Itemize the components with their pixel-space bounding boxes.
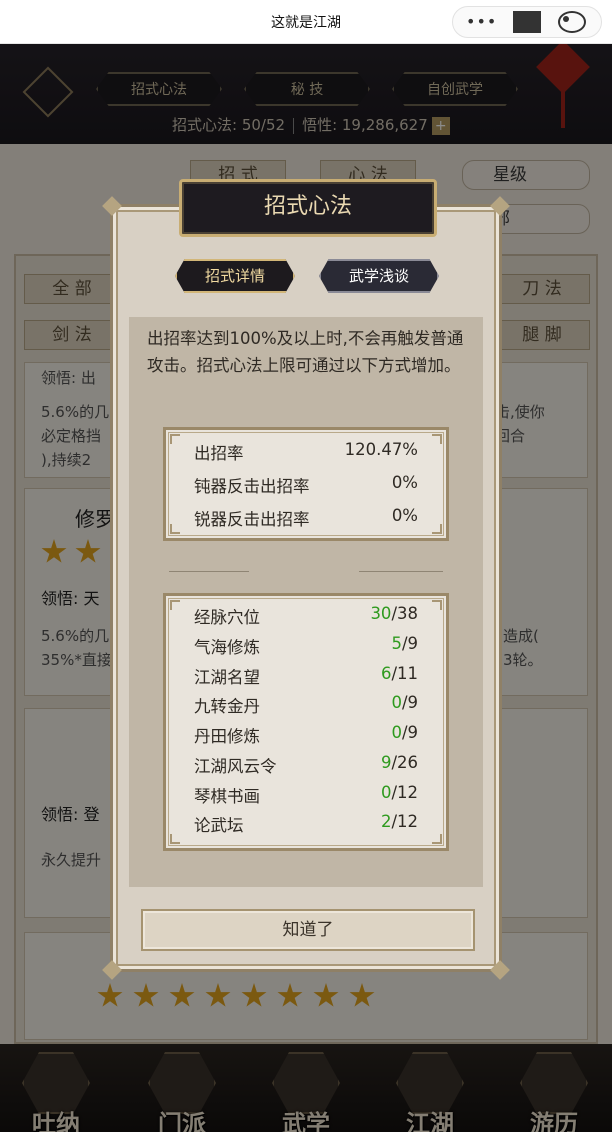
dialog-content: 出招率达到100%及以上时,不会再触发普通攻击。招式心法上限可通过以下方式增加。… — [129, 317, 483, 887]
tab-martial-talk[interactable]: 武学浅谈 — [319, 259, 439, 293]
tab-moves-detail[interactable]: 招式详情 — [175, 259, 295, 293]
rate-row: 钝器反击出招率 0% — [194, 473, 418, 496]
ornamental-divider — [169, 567, 443, 577]
capsule-menu: ••• — [452, 6, 602, 38]
record-close-icon[interactable] — [558, 11, 587, 33]
rate-row: 锐器反击出招率 0% — [194, 506, 418, 529]
source-row: 气海修炼 5/9 — [194, 634, 418, 657]
source-row: 经脉穴位 30/38 — [194, 604, 418, 627]
source-row: 九转金丹 0/9 — [194, 693, 418, 716]
rate-row: 出招率 120.47% — [194, 440, 418, 463]
dialog-title: 招式心法 — [179, 179, 437, 237]
source-row: 江湖名望 6/11 — [194, 664, 418, 687]
moves-detail-dialog: 招式心法 招式详情 武学浅谈 出招率达到100%及以上时,不会再触发普通攻击。招… — [102, 179, 510, 980]
source-row: 琴棋书画 0/12 — [194, 783, 418, 806]
rate-box: 出招率 120.47% 钝器反击出招率 0% 锐器反击出招率 0% — [163, 427, 449, 541]
sources-box: 经脉穴位 30/38 气海修炼 5/9 江湖名望 6/11 九转金丹 0/9 丹… — [163, 593, 449, 851]
source-row: 江湖风云令 9/26 — [194, 753, 418, 776]
source-row: 论武坛 2/12 — [194, 812, 418, 835]
confirm-button[interactable]: 知道了 — [141, 909, 475, 951]
minimize-icon[interactable] — [512, 11, 541, 33]
game-screen: 招式心法 秘 技 自创武学 招式心法: 50/52 悟性: 19,286,627 +… — [0, 44, 612, 1132]
source-row: 丹田修炼 0/9 — [194, 723, 418, 746]
more-dots-icon[interactable]: ••• — [466, 11, 496, 33]
description-text: 出招率达到100%及以上时,不会再触发普通攻击。招式心法上限可通过以下方式增加。 — [147, 329, 464, 375]
window-titlebar: 这就是江湖 ••• — [0, 0, 612, 44]
